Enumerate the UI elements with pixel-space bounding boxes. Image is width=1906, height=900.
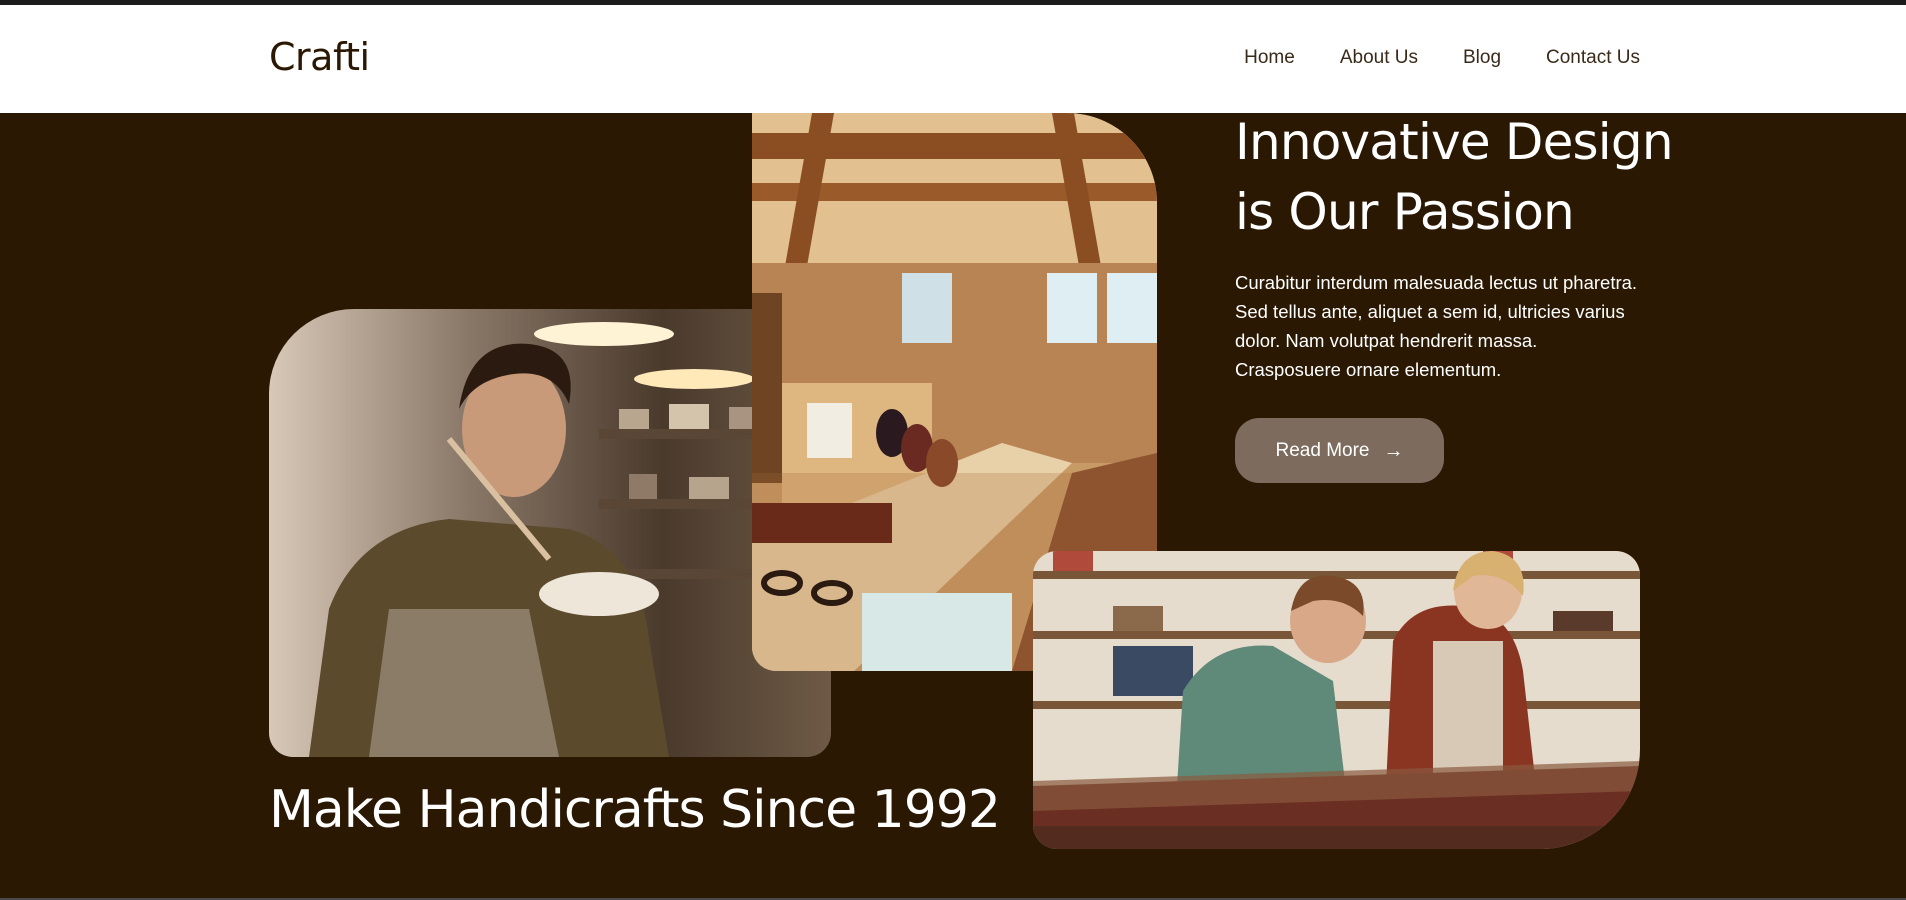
main-nav: Home About Us Blog Contact Us [1244,47,1640,69]
hero-description: Curabitur interdum malesuada lectus ut p… [1235,272,1638,380]
hero-title: Innovative Design is Our Passion [1235,113,1674,241]
nav-home[interactable]: Home [1244,47,1295,69]
tagline-heading: Make Handicrafts Since 1992 [269,780,1001,840]
logo[interactable]: Crafti [269,35,370,79]
read-more-label: Read More [1275,439,1370,461]
read-more-button[interactable]: Read More → [1235,418,1444,483]
nav-about-us[interactable]: About Us [1340,47,1418,69]
nav-blog[interactable]: Blog [1463,47,1501,69]
nav-contact-us[interactable]: Contact Us [1546,47,1640,69]
leather-workers-photo [1033,551,1640,849]
site-header: Crafti Home About Us Blog Contact Us [0,5,1906,113]
arrow-right-icon: → [1383,439,1404,462]
craftsman-painting-photo [269,309,831,757]
